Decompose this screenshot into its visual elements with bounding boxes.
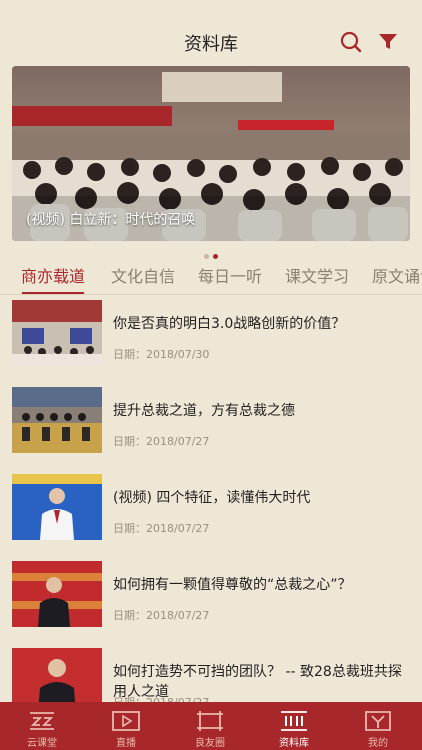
bottom-tab-bar: 云课堂 直播 良友圈 资料库 我的 — [0, 702, 422, 750]
list-item[interactable]: 你是否真的明白3.0战略创新的价值？ 日期：2018/07/30 — [0, 300, 422, 386]
search-icon[interactable] — [340, 31, 362, 53]
tabbar-item-zhibo[interactable]: 直播 — [84, 702, 168, 750]
article-list: 你是否真的明白3.0战略创新的价值？ 日期：2018/07/30 提升总裁之道，… — [0, 300, 422, 702]
article-date: 日期：2018/07/27 — [113, 522, 210, 535]
tabs-divider — [0, 294, 422, 295]
article-title: (视频) 四个特征，读懂伟大时代 — [113, 490, 311, 506]
tabbar-label: 良友圈 — [195, 738, 225, 749]
article-thumbnail — [12, 387, 102, 453]
library-icon — [281, 711, 307, 731]
article-date: 日期：2018/07/27 — [113, 435, 210, 448]
tabbar-label: 云课堂 — [27, 738, 57, 749]
tab-meiriyiting[interactable]: 每日一听 — [198, 263, 262, 287]
tabbar-label: 我的 — [368, 738, 388, 749]
cloud-class-icon — [30, 712, 54, 730]
header-bar: 资料库 — [0, 0, 422, 66]
article-date: 日期：2018/07/27 — [113, 694, 209, 702]
filter-icon[interactable] — [378, 33, 398, 51]
article-thumbnail — [12, 561, 102, 627]
tabbar-item-wode[interactable]: 我的 — [336, 702, 420, 750]
tabbar-label: 资料库 — [279, 738, 309, 749]
banner-caption: (视频) 白立新：时代的召唤 — [26, 212, 196, 228]
app-screen: 资料库 (视频) 白立新：时代的召唤 商亦载道 文化自信 每日一听 课文学习 原… — [0, 0, 422, 750]
profile-icon — [365, 711, 391, 731]
tabbar-item-liangyouquan[interactable]: 良友圈 — [168, 702, 252, 750]
play-icon — [112, 711, 140, 731]
tab-wenhuazixin[interactable]: 文化自信 — [111, 263, 175, 287]
friends-frame-icon — [197, 711, 223, 731]
banner-carousel[interactable]: (视频) 白立新：时代的召唤 — [12, 66, 410, 241]
tab-shangyizaidao[interactable]: 商亦载道 — [21, 263, 85, 287]
tabbar-label: 直播 — [116, 738, 136, 749]
carousel-indicator — [0, 244, 422, 259]
tab-kewenxuexi[interactable]: 课文学习 — [285, 263, 349, 287]
tabbar-item-yunketang[interactable]: 云课堂 — [0, 702, 84, 750]
list-item[interactable]: 如何拥有一颗值得尊敬的“总裁之心”？ 日期：2018/07/27 — [0, 561, 422, 647]
tabbar-item-ziliaoku[interactable]: 资料库 — [252, 702, 336, 750]
article-thumbnail — [12, 300, 102, 366]
list-item[interactable]: (视频) 四个特征，读懂伟大时代 日期：2018/07/27 — [0, 474, 422, 560]
article-title: 你是否真的明白3.0战略创新的价值？ — [113, 316, 346, 332]
article-thumbnail — [12, 648, 102, 702]
article-date: 日期：2018/07/27 — [113, 609, 210, 622]
article-thumbnail — [12, 474, 102, 540]
category-tabs: 商亦载道 文化自信 每日一听 课文学习 原文诵读 — [0, 254, 422, 294]
article-title: 如何拥有一颗值得尊敬的“总裁之心”？ — [113, 577, 352, 593]
tab-yuanwensongdu[interactable]: 原文诵读 — [372, 263, 422, 287]
article-date: 日期：2018/07/30 — [113, 348, 210, 361]
list-item[interactable]: 提升总裁之道，方有总裁之德 日期：2018/07/27 — [0, 387, 422, 473]
article-title: 提升总裁之道，方有总裁之德 — [113, 403, 295, 419]
list-item[interactable]: 如何打造势不可挡的团队？ -- 致28总裁班共探用人之道 日期：2018/07/… — [0, 648, 422, 702]
